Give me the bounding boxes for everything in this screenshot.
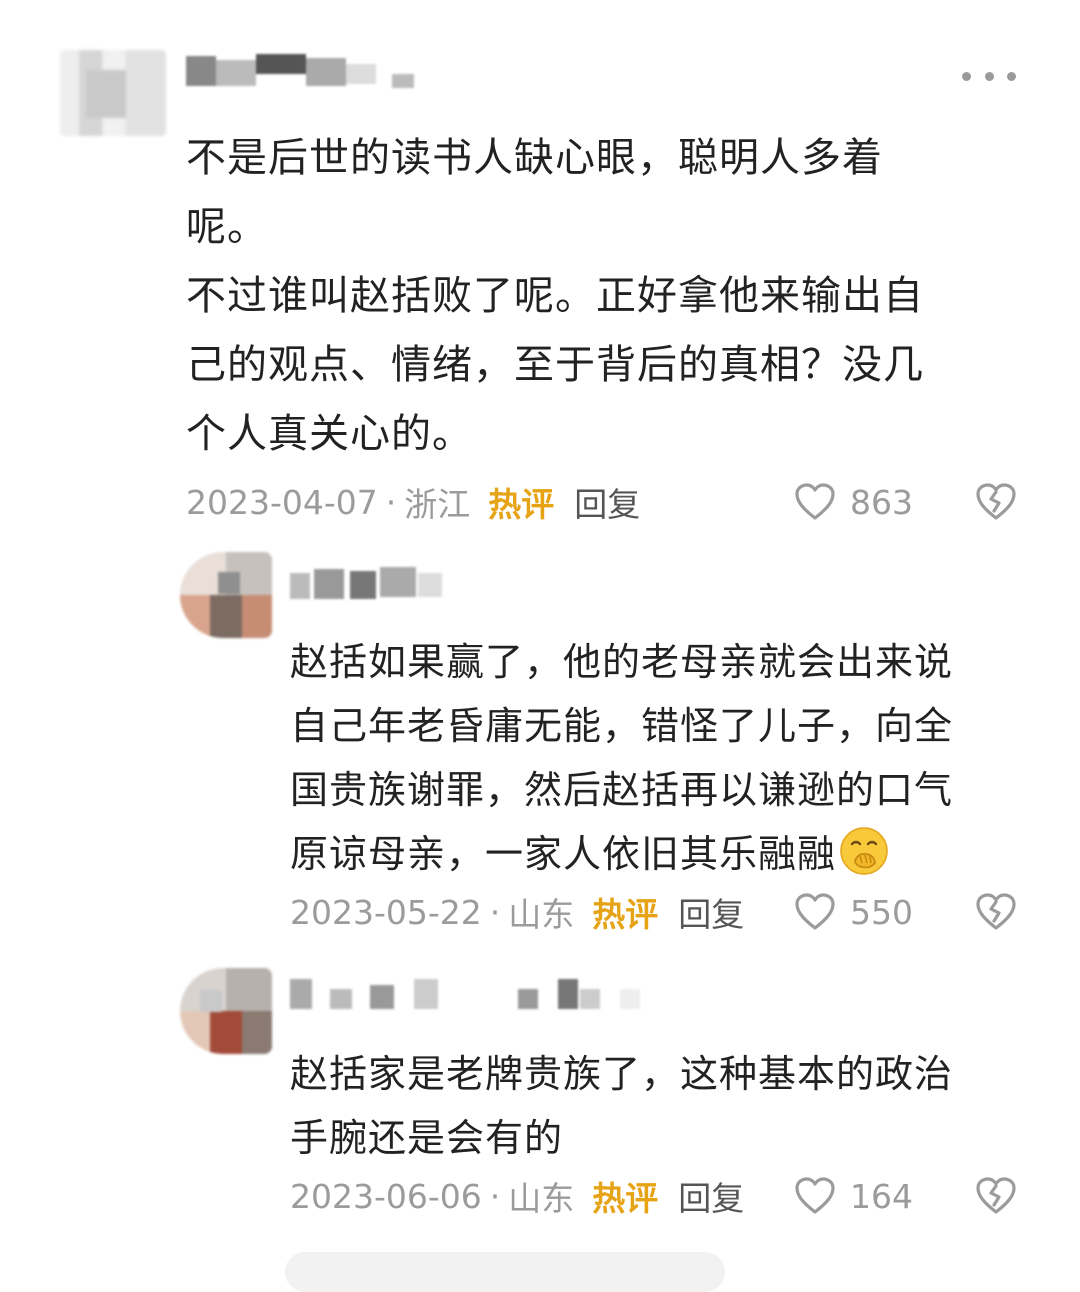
reply-location: 山东 xyxy=(508,1179,575,1218)
broken-heart-icon[interactable] xyxy=(974,1174,1018,1218)
like-button[interactable]: 863 xyxy=(794,480,913,524)
hot-comment-badge: 热评 xyxy=(592,1179,659,1218)
username-blurred[interactable] xyxy=(186,52,416,88)
reply-button[interactable]: 回复 xyxy=(678,888,744,936)
avatar-blur-block xyxy=(86,70,126,118)
reply-date: 2023-05-22 xyxy=(290,892,482,932)
separator: · xyxy=(489,892,501,932)
comment-location: 浙江 xyxy=(404,485,471,524)
broken-heart-icon[interactable] xyxy=(974,890,1018,934)
reply-text: 赵括如果赢了，他的老母亲就会出来说 自己年老昏庸无能，错怪了儿子，向全 国贵族谢… xyxy=(290,630,1030,886)
hot-comment-badge: 热评 xyxy=(488,485,555,524)
comment-date: 2023-04-07 xyxy=(186,482,378,522)
hot-comment-badge: 热评 xyxy=(592,895,659,934)
username-blurred[interactable] xyxy=(290,565,450,601)
reply-location: 山东 xyxy=(508,895,575,934)
username-blurred[interactable] xyxy=(290,975,670,1015)
reply-button[interactable]: 回复 xyxy=(678,1172,744,1220)
heart-icon xyxy=(795,1177,835,1214)
like-count: 863 xyxy=(850,482,913,522)
hand-over-mouth-emoji xyxy=(840,827,888,875)
comment-meta: 2023-04-07 · 浙江 热评 回复 xyxy=(186,478,640,526)
reply-text: 赵括家是老牌贵族了，这种基本的政治 手腕还是会有的 xyxy=(290,1052,954,1160)
broken-heart-icon[interactable] xyxy=(974,480,1018,524)
avatar[interactable] xyxy=(60,50,166,136)
reply-date: 2023-06-06 xyxy=(290,1176,482,1216)
separator: · xyxy=(385,482,397,522)
heart-icon xyxy=(795,483,835,520)
avatar[interactable] xyxy=(180,552,272,638)
reply-meta: 2023-06-06 · 山东 热评 回复 xyxy=(290,1172,744,1220)
reply-button[interactable]: 回复 xyxy=(574,478,640,526)
like-button[interactable]: 550 xyxy=(794,890,913,934)
reply-meta: 2023-05-22 · 山东 热评 回复 xyxy=(290,888,744,936)
comment-text: 不是后世的读书人缺心眼，聪明人多着 呢。 不过谁叫赵括败了呢。正好拿他来输出自 … xyxy=(186,135,924,457)
like-button[interactable]: 164 xyxy=(794,1174,913,1218)
like-count: 550 xyxy=(850,892,913,932)
like-count: 164 xyxy=(850,1176,913,1216)
separator: · xyxy=(489,1176,501,1216)
more-dots-icon[interactable] xyxy=(962,68,1016,84)
bottom-input-bar[interactable] xyxy=(285,1252,725,1292)
heart-icon xyxy=(795,893,835,930)
avatar[interactable] xyxy=(180,968,272,1054)
